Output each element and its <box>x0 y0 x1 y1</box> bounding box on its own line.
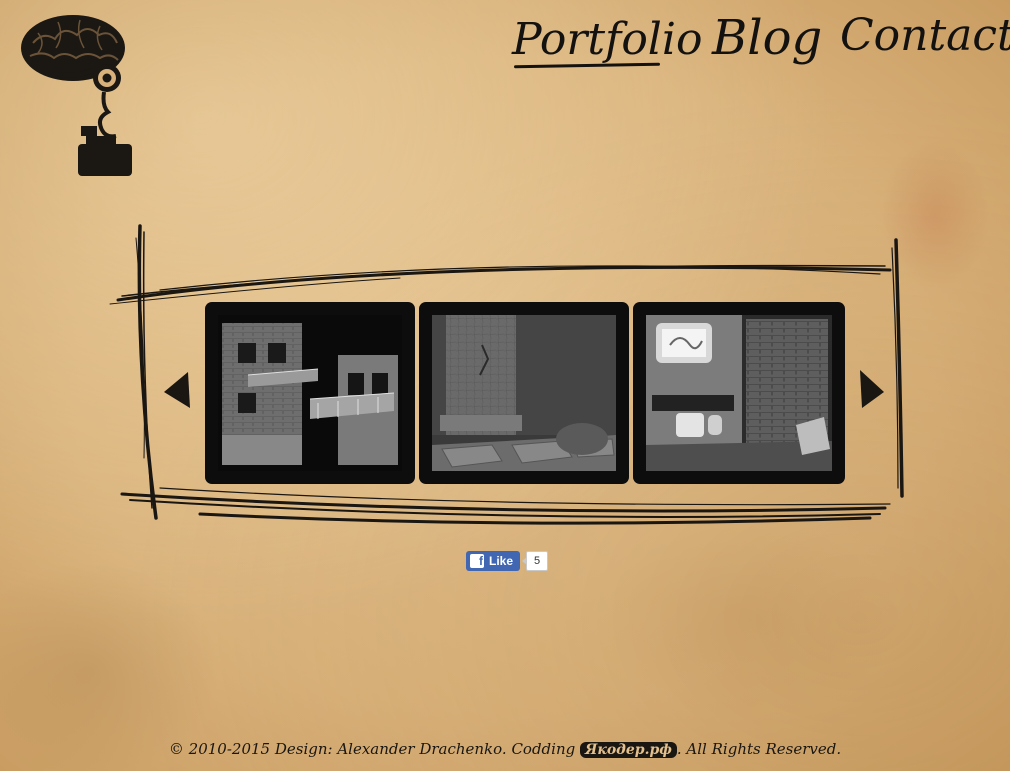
arrow-left-icon <box>164 372 190 408</box>
brain-monocle-logo[interactable] <box>18 8 136 183</box>
like-count: 5 <box>521 550 549 571</box>
gallery-item-stone-pillar[interactable] <box>422 305 626 481</box>
facebook-like: f Like 5 <box>466 550 549 571</box>
nav-contact[interactable]: Contact <box>840 10 1010 61</box>
like-button[interactable]: f Like <box>466 550 521 571</box>
nav-blog[interactable]: Blog <box>712 10 822 66</box>
arrow-right-icon <box>860 370 884 408</box>
footer: © 2010-2015 Design: Alexander Drachenko.… <box>0 740 1010 758</box>
footer-prefix: © 2010-2015 Design: Alexander Drachenko.… <box>168 740 576 758</box>
nav-portfolio[interactable]: Portfolio <box>512 14 702 65</box>
footer-suffix: . All Rights Reserved. <box>676 740 842 758</box>
next-button[interactable] <box>856 366 888 414</box>
gallery-item-ruined-building[interactable] <box>208 305 412 481</box>
like-label: Like <box>489 553 514 568</box>
gallery-item-bathroom-interior[interactable] <box>636 305 842 481</box>
yakoder-badge[interactable]: Якодер.рф <box>580 742 677 758</box>
facebook-icon: f <box>470 553 484 568</box>
prev-button[interactable] <box>160 366 192 414</box>
